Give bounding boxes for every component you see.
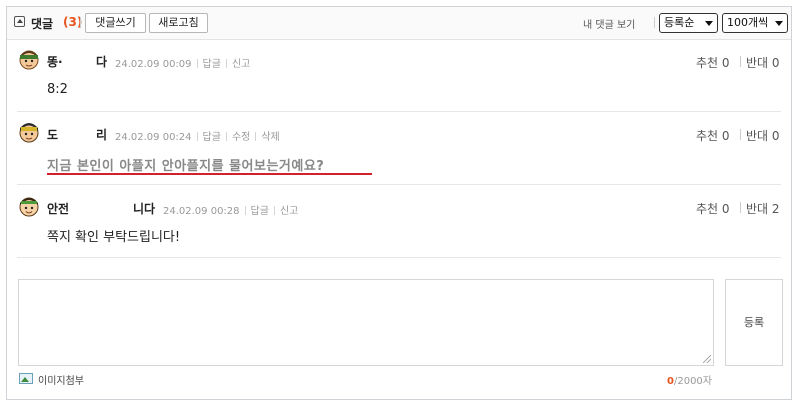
comment-author[interactable]: 도 [47, 126, 58, 143]
recommend-count[interactable]: 추천 0 [696, 127, 730, 144]
reply-link[interactable]: 답글 [203, 59, 221, 70]
comment-item: 도 리 24.02.09 00:24 답글 수정 삭제 추천 0 반대 0 지금 본인… [7, 113, 791, 185]
comment-timestamp: 24.02.09 00:09 [115, 59, 192, 70]
oppose-count[interactable]: 반대 2 [746, 200, 780, 217]
chevron-down-icon [775, 21, 783, 26]
comment-section: 댓글 (3) 댓글쓰기 새로고침 내 댓글 보기 등록순 100개씩 똥· 다 … [6, 6, 792, 400]
page-size-select-value: 100개씩 [727, 16, 769, 29]
comment-divider [17, 111, 781, 112]
comment-divider [17, 184, 781, 185]
view-my-comments-link[interactable]: 내 댓글 보기 [583, 16, 635, 31]
comment-author[interactable]: 안전 [47, 200, 69, 217]
comment-item: 똥· 다 24.02.09 00:09 답글 신고 추천 0 반대 0 8:2 [7, 40, 791, 112]
header-divider [654, 17, 655, 28]
highlight-underline [47, 173, 372, 175]
comment-body: 지금 본인이 아플지 안아플지를 물어보는거예요? [47, 159, 325, 174]
comment-author-suffix[interactable]: 리 [96, 126, 107, 143]
attach-image-link[interactable]: 이미지첨부 [38, 372, 84, 387]
comment-textarea[interactable] [18, 279, 714, 366]
comment-meta: 24.02.09 00:28 답글 신고 [163, 202, 298, 217]
header-divider [80, 17, 81, 28]
comment-body: 쪽지 확인 부탁드립니다! [47, 230, 181, 245]
oppose-count[interactable]: 반대 0 [746, 127, 780, 144]
comment-timestamp: 24.02.09 00:28 [163, 206, 240, 217]
delete-link[interactable]: 삭제 [261, 132, 279, 143]
vote-divider [740, 129, 741, 140]
comment-author-suffix[interactable]: 다 [96, 53, 107, 70]
user-avatar-icon [19, 50, 39, 70]
char-count-limit: /2000자 [673, 376, 712, 387]
char-counter: 0/2000자 [667, 372, 712, 387]
reply-link[interactable]: 답글 [203, 132, 221, 143]
oppose-count[interactable]: 반대 0 [746, 54, 780, 71]
user-avatar-icon [19, 197, 39, 217]
comment-body: 8:2 [47, 82, 68, 97]
sort-select[interactable]: 등록순 [659, 13, 718, 33]
write-comment-button[interactable]: 댓글쓰기 [85, 13, 146, 33]
sort-select-value: 등록순 [664, 16, 695, 29]
comment-meta: 24.02.09 00:09 답글 신고 [115, 55, 250, 70]
comment-item: 안전 니다 24.02.09 00:28 답글 신고 추천 0 반대 2 쪽지 확인… [7, 186, 791, 258]
reply-link[interactable]: 답글 [251, 206, 269, 217]
image-icon[interactable] [19, 373, 33, 384]
char-count-current: 0 [667, 376, 674, 387]
comment-divider [17, 257, 781, 258]
report-link[interactable]: 신고 [280, 206, 298, 217]
user-avatar-icon [19, 123, 39, 143]
chevron-down-icon [705, 21, 713, 26]
vote-divider [740, 202, 741, 213]
recommend-count[interactable]: 추천 0 [696, 54, 730, 71]
report-link[interactable]: 신고 [232, 59, 250, 70]
comment-author-suffix[interactable]: 니다 [133, 200, 155, 217]
submit-button[interactable]: 등록 [725, 279, 783, 366]
vote-divider [740, 56, 741, 67]
edit-link[interactable]: 수정 [232, 132, 250, 143]
recommend-count[interactable]: 추천 0 [696, 200, 730, 217]
refresh-button[interactable]: 새로고침 [149, 13, 208, 33]
collapse-toggle-icon[interactable] [14, 16, 25, 27]
comment-timestamp: 24.02.09 00:24 [115, 132, 192, 143]
resize-handle-icon[interactable] [703, 355, 711, 363]
comment-author[interactable]: 똥· [47, 53, 63, 70]
page-size-select[interactable]: 100개씩 [722, 13, 788, 33]
comment-meta: 24.02.09 00:24 답글 수정 삭제 [115, 128, 280, 143]
comment-header: 댓글 (3) 댓글쓰기 새로고침 내 댓글 보기 등록순 100개씩 [7, 7, 791, 40]
comment-title: 댓글 [31, 17, 54, 31]
